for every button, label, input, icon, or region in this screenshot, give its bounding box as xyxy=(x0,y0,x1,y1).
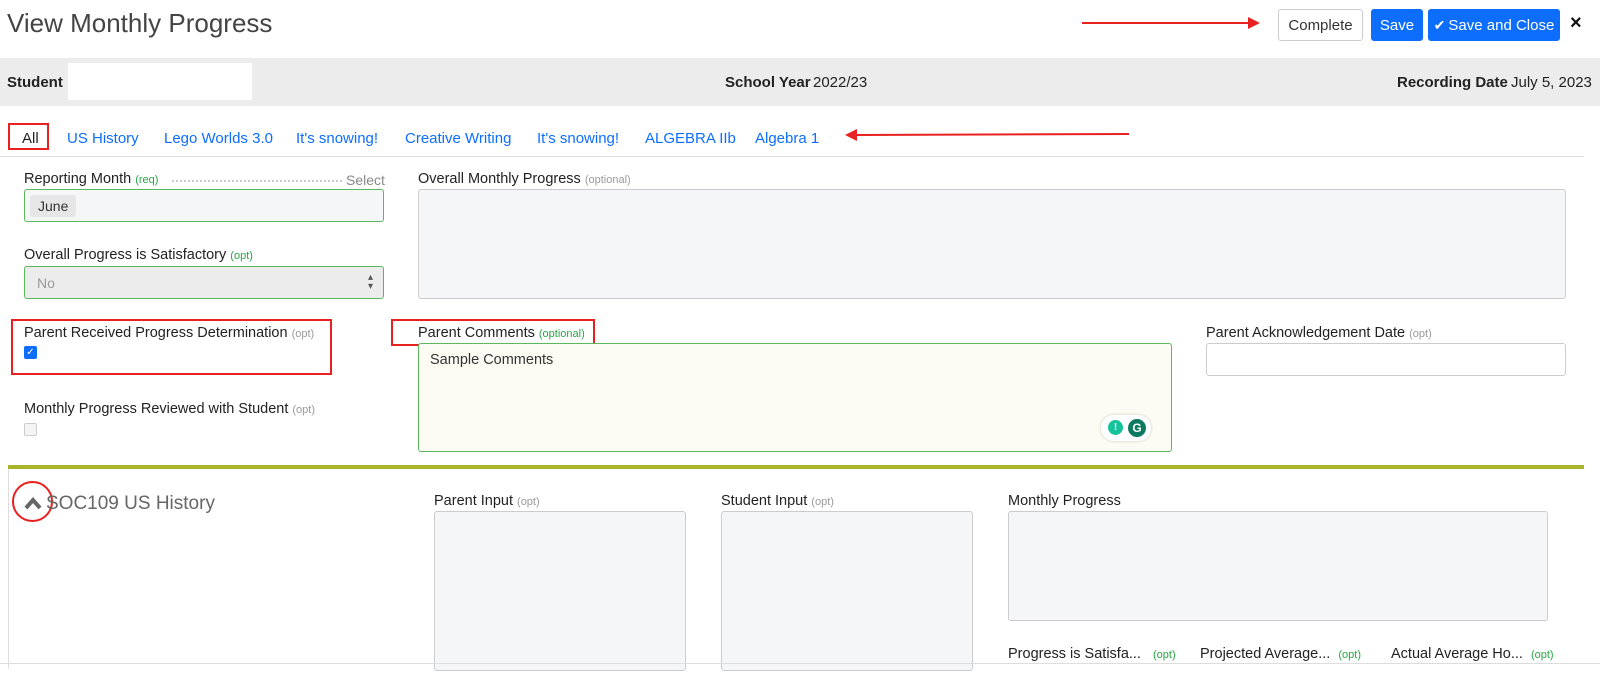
save-button-label: Save xyxy=(1379,16,1415,34)
parent-input-label-text: Parent Input xyxy=(434,493,513,509)
overall-satisfactory-value: No xyxy=(37,275,55,291)
monthly-progress-textarea[interactable] xyxy=(1008,511,1548,621)
school-year-label: School Year xyxy=(725,74,811,91)
reporting-month-select-link[interactable]: Select xyxy=(346,172,385,188)
opt-tag: (opt) xyxy=(1530,649,1554,661)
tab-algebra-1[interactable]: Algebra 1 xyxy=(755,130,819,147)
save-and-close-button[interactable]: ✔ Save and Close xyxy=(1428,9,1560,41)
reporting-month-label: Reporting Month (req) xyxy=(24,171,158,187)
parent-ack-label: Parent Acknowledgement Date (opt) xyxy=(1206,325,1432,341)
complete-button-label: Complete xyxy=(1288,16,1353,34)
projected-average-label-text: Projected Average... xyxy=(1200,646,1331,662)
recording-date-value: July 5, 2023 xyxy=(1511,74,1592,91)
info-bar: Student School Year 2022/23 Recording Da… xyxy=(0,58,1600,106)
opt-tag: (opt) xyxy=(1409,328,1432,340)
select-arrows-icon: ▴ ▾ xyxy=(367,272,373,292)
progress-satisfactory-label-text: Progress is Satisfa... xyxy=(1008,646,1141,662)
reviewed-label-text: Monthly Progress Reviewed with Student xyxy=(24,401,289,417)
opt-tag: (opt) xyxy=(1153,649,1176,661)
section-divider xyxy=(8,465,1584,469)
opt-tag: (opt) xyxy=(292,404,316,416)
parent-input-label: Parent Input (opt) xyxy=(434,493,540,509)
opt-tag: (opt) xyxy=(291,328,315,340)
parent-ack-date-input[interactable] xyxy=(1206,343,1566,376)
parent-comments-textarea[interactable]: Sample Comments ! G xyxy=(418,343,1172,452)
reviewed-checkbox[interactable] xyxy=(24,423,37,436)
student-input-label: Student Input (opt) xyxy=(721,493,834,509)
actual-average-label-text: Actual Average Ho... xyxy=(1391,646,1523,662)
tab-us-history[interactable]: US History xyxy=(67,130,139,147)
overall-satisfactory-label: Overall Progress is Satisfactory (opt) xyxy=(24,247,253,263)
reviewed-label: Monthly Progress Reviewed with Student (… xyxy=(24,401,315,417)
parent-received-label-text: Parent Received Progress Determination xyxy=(24,325,288,341)
tab-algebra-iib[interactable]: ALGEBRA IIb xyxy=(645,130,736,147)
annotation-box-all-tab xyxy=(8,123,49,150)
parent-ack-label-text: Parent Acknowledgement Date xyxy=(1206,325,1406,341)
progress-satisfactory-label: Progress is Satisfa... (opt) xyxy=(1008,646,1176,662)
select-dotted-leader xyxy=(172,180,342,182)
recording-date-label: Recording Date xyxy=(1397,74,1508,91)
school-year-value: 2022/23 xyxy=(813,74,868,91)
overall-monthly-progress-textarea[interactable] xyxy=(418,189,1566,299)
page-title: View Monthly Progress xyxy=(7,8,273,38)
save-and-close-label: Save and Close xyxy=(1448,16,1555,34)
checkmark-icon: ✔ xyxy=(1433,16,1446,33)
annotation-arrow-top xyxy=(1082,17,1260,29)
overall-satisfactory-select[interactable]: No ▴ ▾ xyxy=(24,266,384,299)
checkmark-icon: ✓ xyxy=(26,347,35,358)
parent-comments-label: Parent Comments (optional) xyxy=(418,325,585,341)
reporting-month-field[interactable]: June xyxy=(24,189,384,222)
projected-average-label: Projected Average... (opt) xyxy=(1200,646,1361,662)
parent-received-label: Parent Received Progress Determination (… xyxy=(24,325,314,341)
save-button[interactable]: Save xyxy=(1371,9,1423,41)
student-input-textarea[interactable] xyxy=(721,511,973,671)
section-border xyxy=(8,469,9,669)
overall-monthly-progress-label: Overall Monthly Progress (optional) xyxy=(418,171,631,187)
tab-creative-writing[interactable]: Creative Writing xyxy=(405,130,511,147)
complete-button[interactable]: Complete xyxy=(1278,9,1363,41)
reporting-month-chip[interactable]: June xyxy=(30,195,77,217)
close-icon[interactable]: × xyxy=(1570,12,1582,35)
opt-tag: (opt) xyxy=(230,250,253,262)
opt-tag: (opt) xyxy=(517,496,540,508)
student-input-label-text: Student Input xyxy=(721,493,808,509)
overall-satisfactory-label-text: Overall Progress is Satisfactory xyxy=(24,247,227,263)
student-value xyxy=(68,63,252,100)
reporting-month-label-text: Reporting Month xyxy=(24,171,132,187)
bottom-divider xyxy=(0,663,1600,664)
opt-tag: (opt) xyxy=(1338,649,1361,661)
parent-received-checkbox[interactable]: ✓ xyxy=(24,346,37,359)
parent-input-textarea[interactable] xyxy=(434,511,686,671)
tab-its-snowing-2[interactable]: It's snowing! xyxy=(537,130,619,147)
required-tag: (req) xyxy=(135,174,159,186)
course-title: SOC109 US History xyxy=(46,493,215,514)
opt-tag: (opt) xyxy=(811,496,834,508)
monthly-progress-label: Monthly Progress xyxy=(1008,493,1121,509)
tab-its-snowing-1[interactable]: It's snowing! xyxy=(296,130,378,147)
overall-monthly-progress-label-text: Overall Monthly Progress xyxy=(418,171,581,187)
lightbulb-icon: ! xyxy=(1108,420,1123,435)
parent-comments-value: Sample Comments xyxy=(430,352,554,368)
grammarly-widget[interactable]: ! G xyxy=(1101,415,1151,441)
actual-average-label: Actual Average Ho... (opt) xyxy=(1391,646,1554,662)
course-tabs: All US History Lego Worlds 3.0 It's snow… xyxy=(0,124,1584,157)
parent-comments-label-text: Parent Comments xyxy=(418,325,535,341)
optional-tag: (optional) xyxy=(584,174,631,186)
student-label: Student xyxy=(7,74,63,91)
grammarly-icon: G xyxy=(1128,419,1146,437)
optional-tag: (optional) xyxy=(538,328,585,340)
tab-lego-worlds[interactable]: Lego Worlds 3.0 xyxy=(164,130,273,147)
